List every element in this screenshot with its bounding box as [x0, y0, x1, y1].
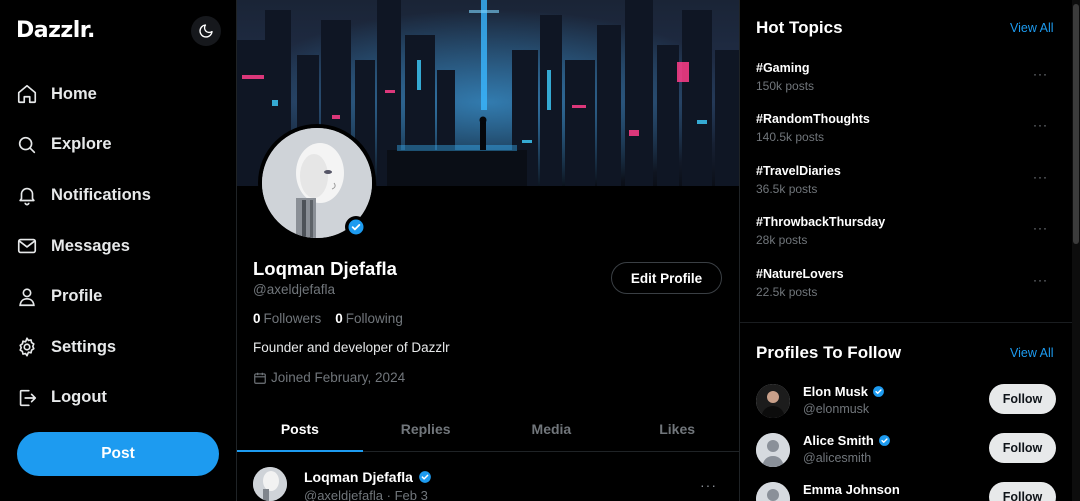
topic-item[interactable]: #ThrowbackThursday 28k posts ··· [756, 215, 1056, 247]
profile-name: Alice Smith [803, 433, 891, 448]
sidebar: Dazzlr. Home Explore Notifications Messa… [0, 0, 237, 501]
followers-link[interactable]: 0 Followers [253, 311, 321, 326]
verified-badge-icon [345, 216, 367, 238]
avatar[interactable] [756, 482, 790, 501]
sidebar-item-explore[interactable]: Explore [16, 120, 226, 171]
sidebar-item-label: Explore [51, 135, 112, 154]
scrollbar-thumb[interactable] [1073, 4, 1079, 244]
profile-handle: @axeldjefafla [253, 282, 336, 297]
calendar-icon [254, 372, 266, 384]
more-options-icon[interactable]: ··· [700, 477, 717, 493]
profile-name: Elon Musk [803, 384, 885, 399]
sidebar-item-home[interactable]: Home [16, 69, 226, 120]
follow-button[interactable]: Follow [989, 433, 1056, 463]
avatar[interactable] [756, 384, 790, 418]
follow-button[interactable]: Follow [989, 384, 1056, 414]
sidebar-nav: Home Explore Notifications Messages Prof… [16, 69, 226, 423]
scrollbar[interactable] [1072, 0, 1080, 501]
more-options-icon[interactable]: ··· [1033, 273, 1048, 287]
topic-item[interactable]: #Gaming 150k posts ··· [756, 61, 1056, 93]
sidebar-item-notifications[interactable]: Notifications [16, 170, 226, 221]
moon-icon [199, 24, 213, 38]
home-icon [17, 85, 37, 104]
section-divider [740, 322, 1080, 323]
topic-item[interactable]: #RandomThoughts 140.5k posts ··· [756, 112, 1056, 144]
profiles-to-follow-title: Profiles To Follow [756, 343, 902, 362]
sidebar-item-label: Messages [51, 236, 130, 255]
profile-main: Loqman Djefafla @axeldjefafla Edit Profi… [237, 0, 740, 501]
suggested-profile[interactable]: Elon Musk @elonmusk Follow [756, 384, 1061, 424]
tab-replies[interactable]: Replies [363, 406, 489, 451]
post-item[interactable]: Loqman Djefafla @axeldjefafla · Feb 3 ··… [237, 453, 739, 501]
profile-tabs: Posts Replies Media Likes [237, 406, 739, 452]
profile-name: Emma Johnson [803, 482, 900, 497]
suggested-profile[interactable]: Emma Johnson Follow [756, 482, 1061, 501]
topic-item[interactable]: #TravelDiaries 36.5k posts ··· [756, 164, 1056, 196]
edit-profile-button[interactable]: Edit Profile [611, 262, 722, 294]
verified-badge-icon [873, 386, 884, 397]
sidebar-item-label: Settings [51, 337, 117, 356]
more-options-icon[interactable]: ··· [1033, 118, 1048, 132]
sidebar-item-settings[interactable]: Settings [16, 322, 226, 373]
more-options-icon[interactable]: ··· [1033, 221, 1048, 235]
user-icon [19, 288, 35, 306]
profile-name: Loqman Djefafla [253, 258, 397, 279]
mail-icon [17, 238, 37, 254]
avatar[interactable] [756, 433, 790, 467]
follow-stats: 0 Followers 0 Following [253, 311, 403, 326]
suggested-profile[interactable]: Alice Smith @alicesmith Follow [756, 433, 1061, 473]
sidebar-item-label: Profile [51, 287, 103, 306]
tab-likes[interactable]: Likes [614, 406, 739, 451]
verified-badge-icon [419, 471, 431, 483]
following-link[interactable]: 0 Following [335, 311, 403, 326]
app-logo[interactable]: Dazzlr. [16, 18, 95, 43]
right-sidebar: Hot Topics View All #Gaming 150k posts ·… [740, 0, 1080, 501]
sidebar-item-label: Notifications [51, 185, 151, 204]
tab-posts[interactable]: Posts [237, 406, 363, 452]
post-meta: @axeldjefafla · Feb 3 [304, 488, 428, 501]
hot-topics-view-all-link[interactable]: View All [1010, 21, 1054, 35]
sidebar-item-logout[interactable]: Logout [16, 373, 226, 424]
profiles-view-all-link[interactable]: View All [1010, 346, 1054, 360]
more-options-icon[interactable]: ··· [1033, 67, 1048, 81]
post-author-name[interactable]: Loqman Djefafla [304, 469, 432, 485]
tab-media[interactable]: Media [489, 406, 615, 451]
avatar[interactable] [253, 467, 287, 501]
profile-handle: @elonmusk [803, 402, 870, 416]
sidebar-item-label: Logout [51, 388, 107, 407]
follow-button[interactable]: Follow [989, 482, 1056, 501]
sidebar-item-label: Home [51, 84, 97, 103]
theme-toggle-button[interactable] [191, 16, 221, 46]
gear-icon [19, 337, 35, 357]
verified-badge-icon [878, 435, 890, 446]
post-button[interactable]: Post [17, 432, 219, 476]
profile-handle: @alicesmith [803, 451, 872, 465]
search-icon [18, 136, 36, 154]
sidebar-item-profile[interactable]: Profile [16, 271, 226, 322]
topic-item[interactable]: #NatureLovers 22.5k posts ··· [756, 267, 1056, 299]
bell-icon [19, 188, 35, 206]
profile-bio: Founder and developer of Dazzlr [253, 340, 450, 355]
more-options-icon[interactable]: ··· [1033, 170, 1048, 184]
logout-icon [19, 389, 37, 407]
sidebar-item-messages[interactable]: Messages [16, 221, 226, 272]
hot-topics-title: Hot Topics [756, 18, 843, 37]
joined-date: Joined February, 2024 [253, 370, 405, 385]
